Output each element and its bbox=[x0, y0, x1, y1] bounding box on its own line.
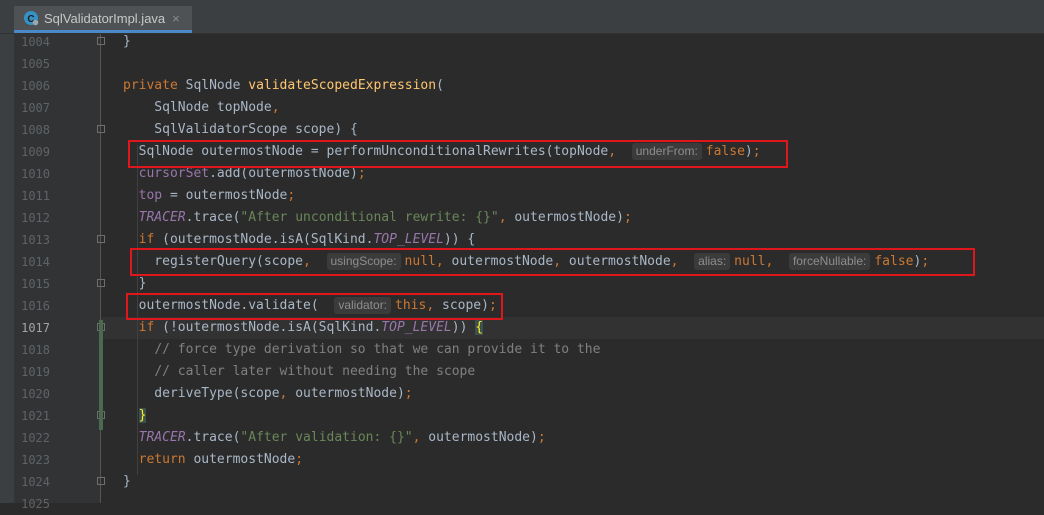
line-number: 1014 bbox=[21, 255, 50, 269]
line-number: 1006 bbox=[21, 79, 50, 93]
line-number: 1008 bbox=[21, 123, 50, 137]
highlight-box-1016 bbox=[126, 293, 503, 320]
code-line-1004[interactable]: } bbox=[123, 31, 131, 53]
line-number: 1016 bbox=[21, 299, 50, 313]
code-line-1022[interactable]: TRACER.trace("After validation: {}", out… bbox=[123, 427, 546, 449]
code-line-1011[interactable]: top = outermostNode; bbox=[123, 185, 296, 207]
code-line-1006[interactable]: private SqlNode validateScopedExpression… bbox=[123, 75, 444, 97]
tool-window-strip bbox=[0, 34, 14, 503]
line-number: 1025 bbox=[21, 497, 50, 511]
line-number: 1012 bbox=[21, 211, 50, 225]
highlight-box-1009 bbox=[128, 140, 788, 168]
line-number: 1010 bbox=[21, 167, 50, 181]
fold-marker-icon[interactable] bbox=[97, 477, 105, 485]
line-number: 1009 bbox=[21, 145, 50, 159]
code-line-1008[interactable]: SqlValidatorScope scope) { bbox=[123, 119, 358, 141]
close-icon[interactable]: × bbox=[172, 11, 180, 26]
line-number: 1011 bbox=[21, 189, 50, 203]
fold-marker-icon[interactable] bbox=[97, 37, 105, 45]
line-number: 1013 bbox=[21, 233, 50, 247]
fold-marker-icon[interactable] bbox=[97, 125, 105, 133]
code-line-1019[interactable]: // caller later without needing the scop… bbox=[123, 361, 475, 383]
line-number: 1004 bbox=[21, 35, 50, 49]
code-line-1007[interactable]: SqlNode topNode, bbox=[123, 97, 279, 119]
line-number: 1021 bbox=[21, 409, 50, 423]
code-line-1020[interactable]: deriveType(scope, outermostNode); bbox=[123, 383, 412, 405]
code-line-1023[interactable]: return outermostNode; bbox=[123, 449, 303, 471]
line-number: 1017 bbox=[21, 321, 50, 335]
highlight-box-1014 bbox=[130, 248, 975, 276]
code-line-1021[interactable]: } bbox=[123, 405, 147, 427]
code-line-1024[interactable]: } bbox=[123, 471, 131, 493]
line-number: 1020 bbox=[21, 387, 50, 401]
code-line-1018[interactable]: // force type derivation so that we can … bbox=[123, 339, 600, 361]
line-number: 1023 bbox=[21, 453, 50, 467]
line-number: 1015 bbox=[21, 277, 50, 291]
line-number: 1019 bbox=[21, 365, 50, 379]
fold-marker-icon[interactable] bbox=[97, 235, 105, 243]
java-class-icon: C bbox=[23, 10, 39, 26]
code-line-1012[interactable]: TRACER.trace("After unconditional rewrit… bbox=[123, 207, 632, 229]
line-number: 1018 bbox=[21, 343, 50, 357]
editor-tab-bar: C SqlValidatorImpl.java × bbox=[0, 0, 1044, 34]
line-number: 1024 bbox=[21, 475, 50, 489]
vcs-change-marker[interactable] bbox=[99, 320, 103, 430]
code-line-1015[interactable]: } bbox=[123, 273, 147, 295]
line-number: 1007 bbox=[21, 101, 50, 115]
code-line-1017[interactable]: if (!outermostNode.isA(SqlKind.TOP_LEVEL… bbox=[123, 317, 484, 339]
tab-sqlvalidatorimpl[interactable]: C SqlValidatorImpl.java × bbox=[14, 6, 192, 33]
tab-label: SqlValidatorImpl.java bbox=[44, 10, 166, 26]
fold-marker-icon[interactable] bbox=[97, 279, 105, 287]
line-number: 1022 bbox=[21, 431, 50, 445]
line-number: 1005 bbox=[21, 57, 50, 71]
